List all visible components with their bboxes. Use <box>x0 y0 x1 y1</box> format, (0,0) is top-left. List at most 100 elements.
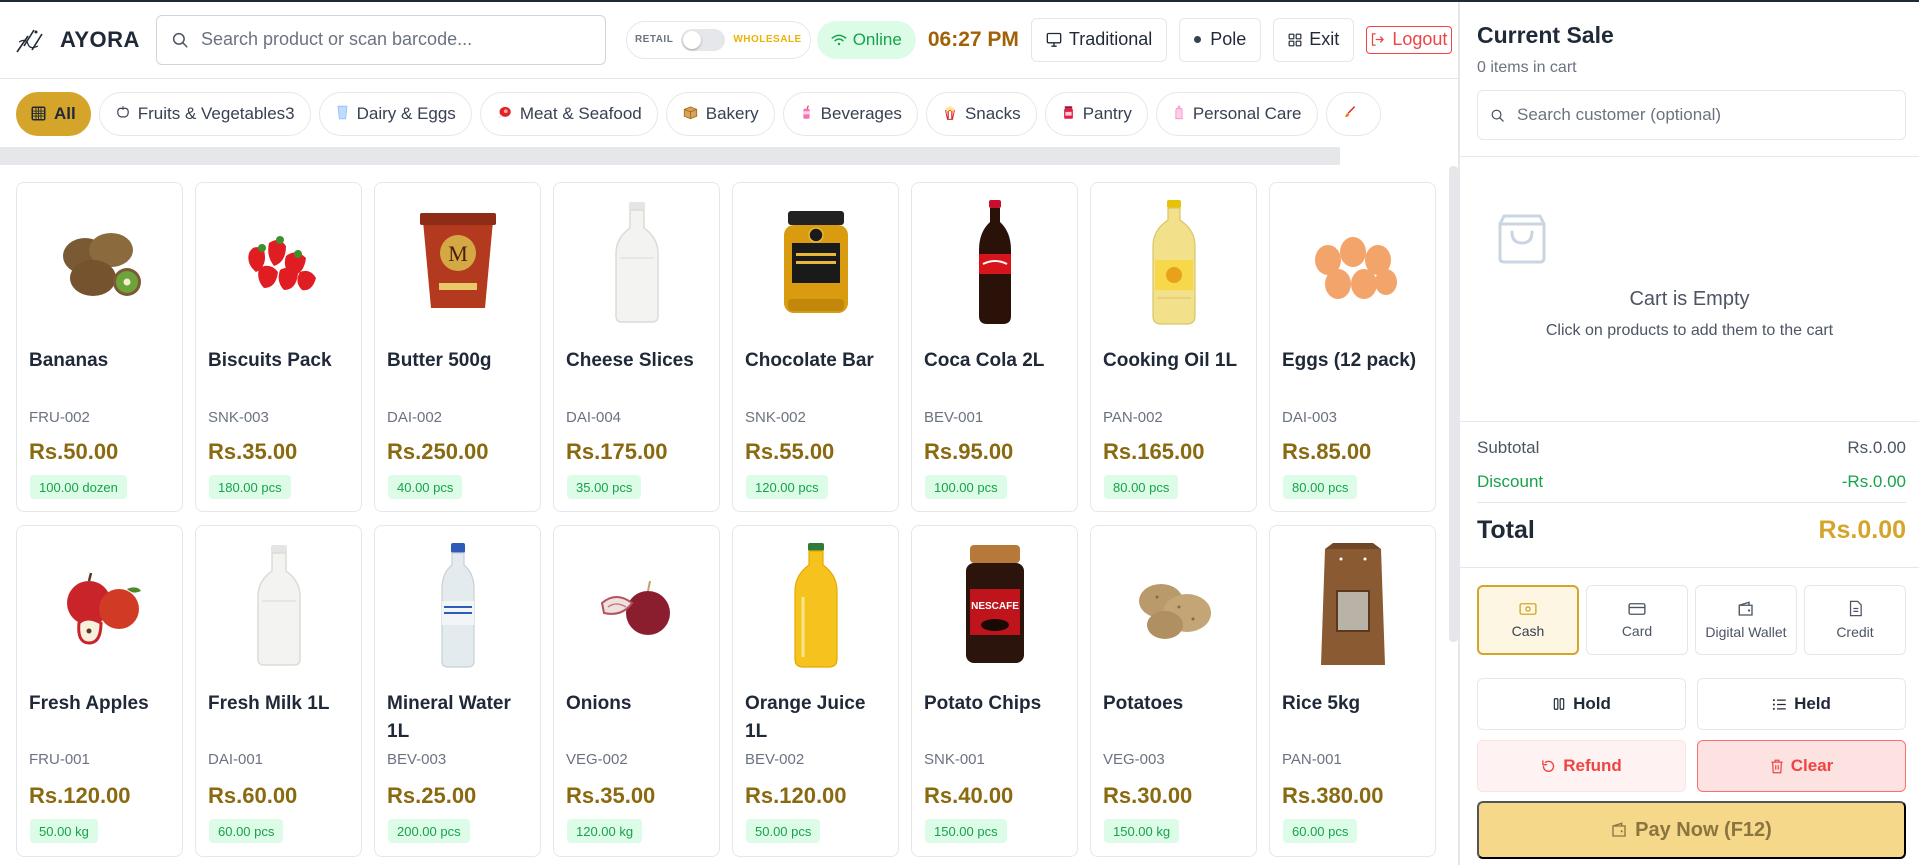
payment-card-button[interactable]: Card <box>1586 585 1688 655</box>
online-status-text: Online <box>852 29 902 49</box>
traditional-button[interactable]: Traditional <box>1030 17 1168 62</box>
product-name: Cheese Slices <box>566 350 694 371</box>
product-card[interactable]: NESCAFE Potato Chips SNK-001 Rs.40.00 15… <box>911 525 1078 857</box>
grid-icon <box>31 106 46 121</box>
grid-icon <box>1288 33 1302 46</box>
product-grid-scrollbar[interactable] <box>1449 166 1458 642</box>
top-bar: AYORA RETAIL WHOLESALE Online 06:27 PM T… <box>0 2 1458 77</box>
category-chip-beverages[interactable]: Beverages <box>782 91 918 136</box>
customer-search-input[interactable] <box>1517 105 1897 125</box>
held-button-label: Held <box>1794 694 1831 713</box>
payment-credit-button[interactable]: Credit <box>1804 585 1906 655</box>
product-price: Rs.380.00 <box>1282 783 1384 808</box>
pay-now-button[interactable]: Pay Now (F12) <box>1477 801 1906 859</box>
product-card[interactable]: Orange Juice 1L BEV-002 Rs.120.00 50.00 … <box>732 525 899 857</box>
product-price: Rs.175.00 <box>566 439 668 464</box>
cart-empty-subtitle: Click on products to add them to the car… <box>1545 322 1834 339</box>
product-card[interactable]: Cheese Slices DAI-004 Rs.175.00 35.00 pc… <box>553 182 720 512</box>
product-sku: PAN-001 <box>1282 751 1342 768</box>
category-bar: All Fruits & Vegetables3 Dairy & Eggs Me… <box>0 78 1458 148</box>
product-card[interactable]: Biscuits Pack SNK-003 Rs.35.00 180.00 pc… <box>195 182 362 512</box>
product-card[interactable]: Coca Cola 2L BEV-001 Rs.95.00 100.00 pcs <box>911 182 1078 512</box>
product-price: Rs.95.00 <box>924 439 1014 464</box>
category-chip-more[interactable] <box>1325 91 1381 136</box>
price-mode-toggle[interactable]: RETAIL WHOLESALE <box>625 20 811 59</box>
product-card[interactable]: Fresh Apples FRU-001 Rs.120.00 50.00 kg <box>16 525 183 857</box>
product-name: Rice 5kg <box>1282 693 1361 714</box>
product-name: Potatoes <box>1103 693 1184 714</box>
payment-cash-button[interactable]: Cash <box>1477 585 1579 655</box>
product-image <box>196 193 361 333</box>
divider <box>1460 156 1919 157</box>
exit-button[interactable]: Exit <box>1273 17 1355 62</box>
product-card[interactable]: Bananas FRU-002 Rs.50.00 100.00 dozen <box>16 182 183 512</box>
trash-icon <box>1771 759 1783 773</box>
product-search-box[interactable] <box>155 14 606 65</box>
product-card[interactable]: Potatoes VEG-003 Rs.30.00 150.00 kg <box>1090 525 1257 857</box>
refund-button[interactable]: Refund <box>1477 740 1686 792</box>
product-stock-badge: 50.00 kg <box>30 819 98 843</box>
product-stock-badge: 120.00 pcs <box>746 475 828 499</box>
product-name: Orange Juice 1L <box>745 693 866 742</box>
category-chip-meat-seafood[interactable]: Meat & Seafood <box>479 91 658 136</box>
product-name: Mineral Water 1L <box>387 693 511 742</box>
product-stock-badge: 60.00 pcs <box>209 819 284 843</box>
product-price: Rs.25.00 <box>387 783 477 808</box>
product-image <box>17 193 182 333</box>
logout-icon <box>1372 33 1385 46</box>
payment-label: Credit <box>1836 624 1874 640</box>
product-card[interactable]: M Butter 500g DAI-002 Rs.250.00 40.00 pc… <box>374 182 541 512</box>
customer-search-box[interactable] <box>1477 90 1906 140</box>
divider <box>1477 502 1906 503</box>
product-stock-badge: 180.00 pcs <box>209 475 291 499</box>
category-chip-dairy-eggs[interactable]: Dairy & Eggs <box>318 91 472 136</box>
product-card[interactable]: Fresh Milk 1L DAI-001 Rs.60.00 60.00 pcs <box>195 525 362 857</box>
clear-button[interactable]: Clear <box>1697 740 1906 792</box>
pole-button[interactable]: Pole <box>1179 17 1262 62</box>
product-sku: SNK-003 <box>208 409 269 426</box>
discount-row[interactable]: Discount -Rs.0.00 <box>1477 472 1906 492</box>
cup-icon <box>336 105 349 123</box>
cash-icon <box>1519 602 1537 615</box>
category-chip-bakery[interactable]: Bakery <box>665 91 775 136</box>
product-sku: DAI-003 <box>1282 409 1338 426</box>
refresh-icon <box>1542 759 1555 772</box>
product-name: Fresh Milk 1L <box>208 693 330 714</box>
category-chip-pantry[interactable]: Pantry <box>1044 91 1148 136</box>
category-chip-personal-care[interactable]: Personal Care <box>1155 91 1318 136</box>
total-row: Total Rs.0.00 <box>1477 516 1906 545</box>
product-image <box>1091 536 1256 676</box>
category-chip-snacks[interactable]: Snacks <box>925 91 1037 136</box>
product-price: Rs.50.00 <box>29 439 119 464</box>
product-card[interactable]: Chocolate Bar SNK-002 Rs.55.00 120.00 pc… <box>732 182 899 512</box>
payment-label: Card <box>1621 622 1653 639</box>
payment-digital-wallet-button[interactable]: Digital Wallet <box>1695 585 1797 655</box>
product-card[interactable]: Eggs (12 pack) DAI-003 Rs.85.00 80.00 pc… <box>1269 182 1436 512</box>
logout-button[interactable]: Logout <box>1366 25 1453 54</box>
cart-title: Current Sale <box>1477 22 1614 48</box>
category-chip-all[interactable]: All <box>16 91 91 136</box>
hold-button[interactable]: Hold <box>1477 678 1686 730</box>
product-card[interactable]: Mineral Water 1L BEV-003 Rs.25.00 200.00… <box>374 525 541 857</box>
product-search-input[interactable] <box>200 29 581 50</box>
logout-button-label: Logout <box>1392 29 1448 49</box>
product-card[interactable]: Rice 5kg PAN-001 Rs.380.00 60.00 pcs <box>1269 525 1436 857</box>
category-label: Meat & Seafood <box>519 103 642 123</box>
product-card[interactable]: Cooking Oil 1L PAN-002 Rs.165.00 80.00 p… <box>1090 182 1257 512</box>
product-card[interactable]: Onions VEG-002 Rs.35.00 120.00 kg <box>553 525 720 857</box>
product-sku: BEV-001 <box>924 409 984 426</box>
held-button[interactable]: Held <box>1697 678 1906 730</box>
subtotal-row: Subtotal Rs.0.00 <box>1477 438 1906 458</box>
category-horizontal-scrollbar[interactable] <box>0 147 1340 165</box>
payment-label: Cash <box>1511 622 1545 639</box>
product-sku: SNK-001 <box>924 751 985 768</box>
category-chip-fruits-vegetables[interactable]: Fruits & Vegetables3 <box>98 91 311 136</box>
product-image <box>196 536 361 676</box>
mode-switch[interactable] <box>681 28 726 51</box>
product-image <box>733 193 898 333</box>
product-image <box>1091 193 1256 333</box>
product-stock-badge: 200.00 pcs <box>388 819 470 843</box>
divider <box>1460 421 1919 422</box>
wallet-icon <box>1738 600 1753 616</box>
document-icon <box>1849 600 1862 617</box>
